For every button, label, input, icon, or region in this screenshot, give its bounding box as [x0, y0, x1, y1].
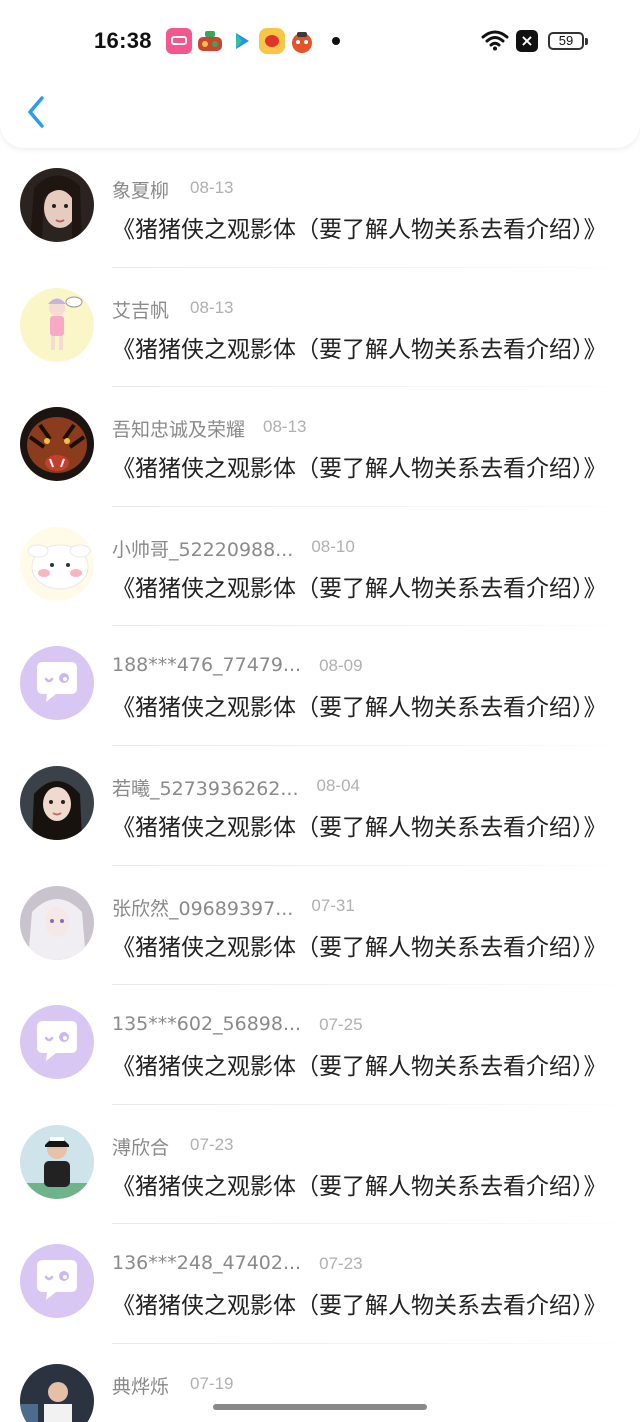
- message-preview: 《猪猪侠之观影体（要了解人物关系去看介绍）》: [112, 934, 607, 961]
- no-sim-icon: ×: [516, 30, 538, 52]
- message-preview: 《猪猪侠之观影体（要了解人物关系去看介绍）》: [112, 336, 607, 363]
- avatar[interactable]: [20, 407, 94, 482]
- message-date: 08-04: [316, 775, 360, 795]
- avatar[interactable]: [20, 287, 94, 362]
- list-item[interactable]: 吾知忠诚及荣耀 08-13 《猪猪侠之观影体（要了解人物关系去看介绍）》: [0, 387, 640, 507]
- user-name: 典烨烁: [112, 1375, 170, 1398]
- message-date: 08-13: [190, 297, 234, 317]
- back-button[interactable]: [20, 92, 56, 132]
- home-indicator[interactable]: [213, 1404, 427, 1410]
- status-time: 16:38: [94, 28, 152, 53]
- user-name: 136***248_47402...: [112, 1252, 302, 1275]
- message-preview: 《猪猪侠之观影体（要了解人物关系去看介绍）》: [112, 217, 607, 243]
- message-preview: 《猪猪侠之观影体（要了解人物关系去看介绍）》: [112, 814, 607, 841]
- message-date: 08-13: [190, 178, 234, 197]
- user-name: 张欣然_09689397...: [112, 897, 294, 920]
- user-name: 135***602_56898...: [112, 1013, 302, 1036]
- message-date: 07-25: [319, 1015, 363, 1035]
- list-item[interactable]: 典烨烁 07-19: [0, 1344, 640, 1422]
- top-bar: 16:38 × 59: [0, 0, 640, 148]
- list-item[interactable]: 小帅哥_52220988... 08-10 《猪猪侠之观影体（要了解人物关系去看介绍…: [0, 507, 640, 627]
- message-date: 08-09: [319, 656, 363, 676]
- user-name: 若曦_5273936262...: [112, 777, 299, 800]
- bilibili-notification-icon: [166, 28, 192, 54]
- list-item[interactable]: 若曦_5273936262... 08-04 《猪猪侠之观影体（要了解人物关系去看介…: [0, 746, 640, 866]
- weibo-notification-icon: [259, 28, 285, 54]
- user-name: 象夏柳: [112, 180, 170, 202]
- status-bar: 16:38 × 59: [0, 0, 640, 80]
- chevron-left-icon: [28, 96, 44, 128]
- more-notifications-dot: [332, 37, 340, 45]
- avatar[interactable]: [20, 765, 94, 840]
- list-item[interactable]: 溥欣合 07-23 《猪猪侠之观影体（要了解人物关系去看介绍）》: [0, 1105, 640, 1225]
- message-date: 07-19: [190, 1373, 234, 1393]
- message-date: 08-13: [263, 417, 307, 437]
- avatar[interactable]: [20, 1005, 94, 1080]
- avatar[interactable]: [20, 1363, 94, 1422]
- avatar[interactable]: [20, 885, 94, 960]
- avatar[interactable]: [20, 168, 94, 242]
- list-item[interactable]: 136***248_47402... 07-23 《猪猪侠之观影体（要了解人物关系去…: [0, 1224, 640, 1344]
- video-notification-icon: [229, 28, 255, 54]
- message-preview: 《猪猪侠之观影体（要了解人物关系去看介绍）》: [112, 575, 607, 602]
- avatar[interactable]: [20, 526, 94, 601]
- list-item[interactable]: 135***602_56898... 07-25 《猪猪侠之观影体（要了解人物关系去…: [0, 985, 640, 1105]
- avatar[interactable]: [20, 1124, 94, 1199]
- user-name: 溥欣合: [112, 1136, 170, 1159]
- message-date: 07-23: [190, 1134, 234, 1154]
- list-item[interactable]: 张欣然_09689397... 07-31 《猪猪侠之观影体（要了解人物关系去看介绍…: [0, 866, 640, 986]
- wifi-icon: [481, 29, 509, 55]
- message-preview: 《猪猪侠之观影体（要了解人物关系去看介绍）》: [112, 695, 607, 722]
- game-notification-icon: [197, 28, 223, 54]
- message-date: 08-10: [311, 536, 355, 556]
- message-preview: 《猪猪侠之观影体（要了解人物关系去看介绍）》: [112, 1173, 607, 1200]
- message-preview: 《猪猪侠之观影体（要了解人物关系去看介绍）》: [112, 456, 607, 483]
- avatar[interactable]: [20, 646, 94, 721]
- list-item[interactable]: 188***476_77479... 08-09 《猪猪侠之观影体（要了解人物关系去…: [0, 626, 640, 746]
- user-name: 188***476_77479...: [112, 654, 302, 677]
- user-name: 小帅哥_52220988...: [112, 538, 294, 561]
- user-name: 吾知忠诚及荣耀: [112, 419, 246, 442]
- message-preview: 《猪猪侠之观影体（要了解人物关系去看介绍）》: [112, 1293, 607, 1320]
- message-date: 07-23: [319, 1254, 363, 1274]
- battery-icon: 59: [548, 32, 588, 50]
- list-item[interactable]: 象夏柳 08-13 《猪猪侠之观影体（要了解人物关系去看介绍）》: [0, 148, 640, 268]
- user-name: 艾吉帆: [112, 299, 170, 322]
- list-item[interactable]: 艾吉帆 08-13 《猪猪侠之观影体（要了解人物关系去看介绍）》: [0, 268, 640, 388]
- taobao-notification-icon: [289, 28, 315, 54]
- message-list: 象夏柳 08-13 《猪猪侠之观影体（要了解人物关系去看介绍）》 艾吉帆 08-13 《猪…: [0, 148, 640, 1422]
- message-preview: 《猪猪侠之观影体（要了解人物关系去看介绍）》: [112, 1054, 607, 1081]
- avatar[interactable]: [20, 1244, 94, 1319]
- message-date: 07-31: [311, 895, 355, 915]
